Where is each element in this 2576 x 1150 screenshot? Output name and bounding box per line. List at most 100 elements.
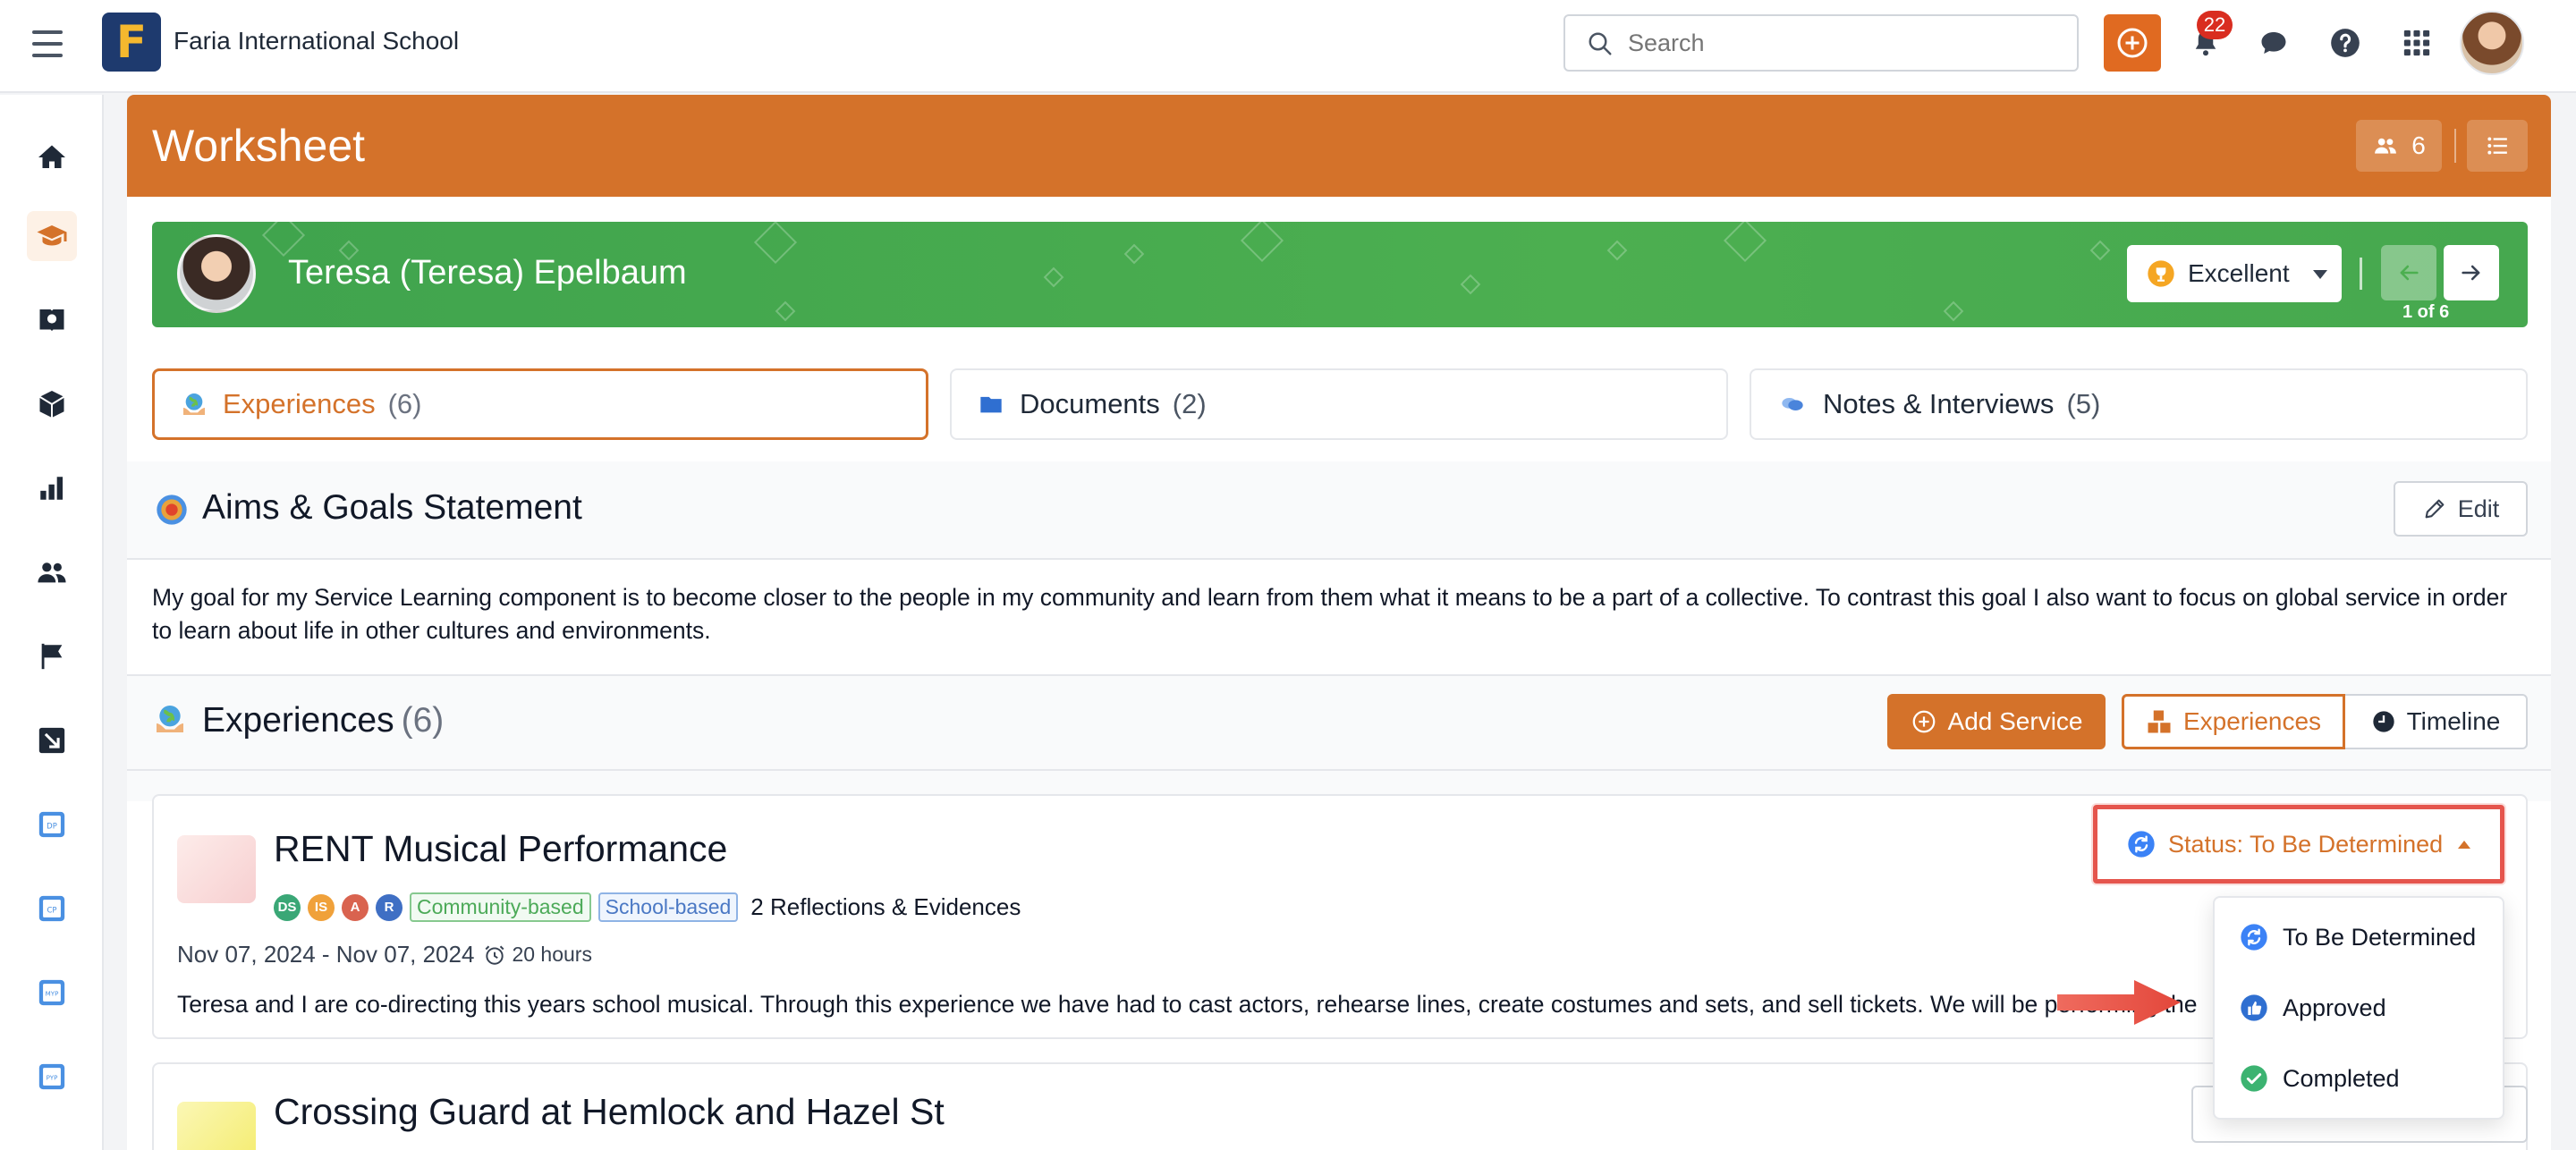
experience-title[interactable]: RENT Musical Performance: [274, 828, 727, 870]
sidebar: DP CP MYP PYP: [0, 95, 104, 1150]
grade-dropdown[interactable]: Excellent: [2127, 245, 2342, 302]
sidebar-item-myp[interactable]: MYP: [27, 968, 77, 1018]
divider: [127, 769, 2551, 771]
experience-hours: 20 hours: [483, 943, 592, 967]
arrow-right-icon: [2462, 265, 2480, 281]
reflections-count[interactable]: 2 Reflections & Evidences: [750, 893, 1021, 921]
home-icon: [38, 145, 65, 168]
blocks-icon: [2148, 710, 2171, 733]
sidebar-item-goals[interactable]: [27, 631, 77, 681]
status-option-completed[interactable]: Completed: [2240, 1064, 2400, 1093]
student-page-indicator: 1 of 6: [2402, 302, 2450, 322]
experiences-title: Experiences (6): [202, 701, 444, 740]
sidebar-item-projects[interactable]: [27, 379, 77, 429]
aims-title: Aims & Goals Statement: [202, 488, 582, 527]
banner-pattern: [1240, 222, 1284, 263]
school-name[interactable]: Faria International School: [174, 27, 459, 55]
apps-button[interactable]: [2395, 21, 2438, 64]
tab-documents[interactable]: Documents (2): [950, 368, 1728, 440]
sidebar-item-cp[interactable]: CP: [27, 884, 77, 934]
target-icon: [154, 492, 190, 532]
svg-text:MYP: MYP: [46, 990, 59, 998]
user-avatar[interactable]: [2460, 11, 2524, 75]
help-button[interactable]: [2324, 21, 2367, 64]
thumbs-up-icon: [2241, 994, 2267, 1021]
experience-title[interactable]: Crossing Guard at Hemlock and Hazel St: [274, 1091, 945, 1133]
notification-badge: 22: [2197, 11, 2233, 39]
experiences-title-label: Experiences: [202, 701, 394, 740]
sidebar-item-home[interactable]: [27, 132, 77, 182]
refresh-circle-icon: [2128, 831, 2155, 858]
sidebar-item-pyp[interactable]: PYP: [27, 1052, 77, 1102]
grid-icon: [2403, 30, 2430, 56]
status-dropdown-button[interactable]: Status: To Be Determined: [2104, 816, 2494, 873]
status-option-label: Approved: [2283, 994, 2386, 1021]
previous-student-button[interactable]: [2381, 245, 2436, 300]
alarm-clock-icon: [486, 945, 504, 965]
divider: [127, 674, 2551, 676]
status-label: Status: To Be Determined: [2168, 830, 2444, 858]
banner-pattern: [1723, 222, 1767, 263]
tab-notes-label: Notes & Interviews: [1823, 388, 2055, 419]
search-icon: [1589, 32, 1612, 55]
next-student-button[interactable]: [2444, 245, 2499, 300]
sidebar-item-reflections[interactable]: [27, 295, 77, 345]
status-option-approved[interactable]: Approved: [2240, 994, 2386, 1022]
sidebar-item-people[interactable]: [27, 547, 77, 597]
messages-button[interactable]: [2252, 21, 2295, 64]
search-box[interactable]: [1563, 14, 2079, 72]
globe-hands-icon: [152, 701, 188, 741]
arrow-left-icon: [2400, 265, 2419, 281]
menu-icon[interactable]: [32, 30, 63, 57]
experience-card[interactable]: Crossing Guard at Hemlock and Hazel St: [152, 1062, 2528, 1150]
learning-outcome-tag: DS: [274, 893, 301, 921]
view-timeline-label: Timeline: [2406, 707, 2501, 735]
experience-dates: Nov 07, 2024 - Nov 07, 2024 20 hours: [177, 941, 592, 968]
edit-button[interactable]: Edit: [2394, 481, 2528, 537]
sidebar-item-reports[interactable]: [27, 463, 77, 513]
graduation-cap-icon: [37, 225, 67, 246]
student-avatar[interactable]: [177, 234, 256, 313]
myp-icon: MYP: [38, 979, 65, 1006]
arrow-annotation: [2057, 980, 2181, 1025]
plus-circle-icon: [2117, 28, 2148, 58]
question-icon: [2331, 29, 2360, 57]
search-input[interactable]: [1628, 16, 2057, 70]
page-title: Worksheet: [152, 121, 366, 171]
view-timeline-button[interactable]: Timeline: [2345, 696, 2526, 748]
status-menu: To Be Determined Approved Completed: [2213, 896, 2504, 1120]
flag-icon: [41, 643, 63, 670]
tab-notes-interviews[interactable]: Notes & Interviews (5): [1750, 368, 2528, 440]
sidebar-item-export[interactable]: [27, 715, 77, 765]
students-count-button[interactable]: 6: [2356, 120, 2442, 172]
sidebar-item-dp[interactable]: DP: [27, 799, 77, 850]
list-view-button[interactable]: [2467, 120, 2528, 172]
school-based-pill: School-based: [597, 892, 739, 922]
edit-label: Edit: [2457, 495, 2500, 522]
top-bar: F Faria International School 22: [0, 0, 2576, 93]
view-experiences-button[interactable]: Experiences: [2122, 694, 2345, 749]
book-globe-icon: [39, 309, 64, 331]
list-icon: [2487, 137, 2507, 155]
add-service-button[interactable]: Add Service: [1887, 694, 2106, 749]
status-option-to-be-determined[interactable]: To Be Determined: [2240, 923, 2476, 951]
sidebar-item-graduation[interactable]: [27, 211, 77, 261]
banner-pattern: [1943, 300, 1964, 322]
banner-pattern: [2089, 240, 2111, 261]
chevron-up-icon: [2458, 841, 2470, 849]
tab-documents-label: Documents: [1020, 388, 1160, 419]
pyp-icon: PYP: [38, 1063, 65, 1090]
users-icon: [38, 562, 66, 583]
folder-icon: [977, 392, 1005, 417]
school-logo[interactable]: F: [102, 13, 161, 72]
tab-experiences[interactable]: Experiences (6): [152, 368, 928, 440]
grade-value: Excellent: [2188, 259, 2290, 287]
learning-outcome-tag: R: [376, 893, 402, 921]
tab-notes-count: (5): [2066, 388, 2101, 419]
add-button[interactable]: [2104, 14, 2161, 72]
student-name: Teresa (Teresa) Epelbaum: [288, 254, 687, 292]
banner-pattern: [753, 222, 798, 265]
experiences-count: (6): [401, 701, 445, 740]
experience-thumbnail: [177, 1102, 256, 1150]
divider: [127, 558, 2551, 560]
